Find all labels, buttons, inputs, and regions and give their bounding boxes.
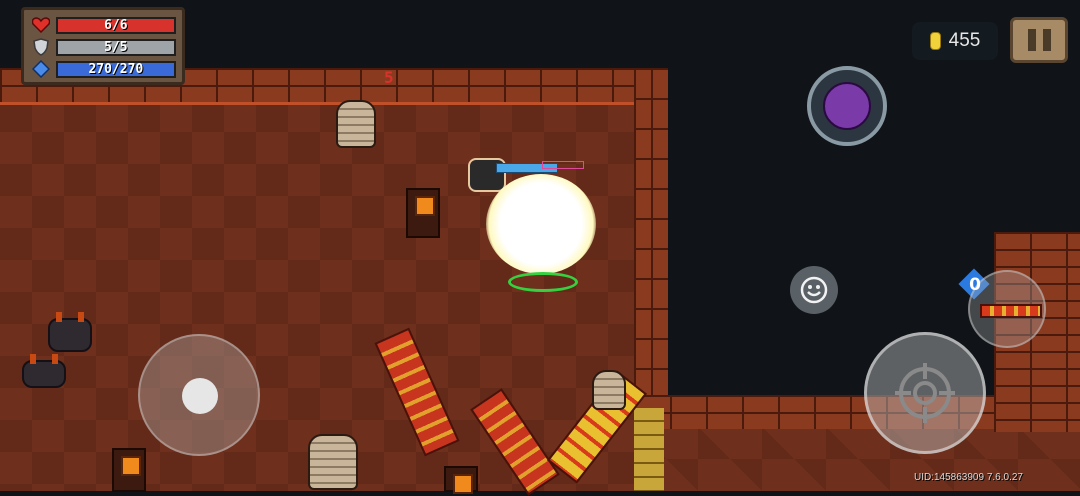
goblin-enemy xyxy=(48,312,92,352)
coin-counter: 455 xyxy=(912,22,998,60)
spike-trap xyxy=(634,408,664,491)
energy-diamond-icon xyxy=(30,60,52,78)
boss-portrait-icon xyxy=(823,82,871,130)
energy-value: 270/270 xyxy=(88,61,144,77)
energy-bar: 270/270 xyxy=(55,60,176,78)
explosion-effect xyxy=(486,174,596,274)
enemy-health-bar xyxy=(542,161,584,169)
attack-button[interactable] xyxy=(864,332,986,454)
energy-row: 270/270 xyxy=(30,58,176,80)
mummy-enemy xyxy=(592,370,626,410)
pause-icon xyxy=(1042,29,1051,51)
game-scene: 5 6/6 5/5 270/270 455 0 UID:145863909 7.… xyxy=(0,0,1080,496)
room-marker: 5 xyxy=(384,68,394,87)
wooden-crate xyxy=(406,188,440,238)
pause-icon xyxy=(1027,29,1036,51)
wooden-crate xyxy=(444,466,478,494)
smiley-icon xyxy=(800,276,828,304)
uid-version-label: UID:145863909 7.6.0.27 xyxy=(914,472,1023,483)
boss-portrait[interactable] xyxy=(807,66,887,146)
room-right-wall xyxy=(634,68,668,408)
coin-count: 455 xyxy=(948,30,981,51)
health-bar: 6/6 xyxy=(55,16,176,34)
armor-value: 5/5 xyxy=(104,39,128,55)
health-row: 6/6 xyxy=(30,14,176,36)
goblin-enemy xyxy=(22,354,66,388)
mummy-enemy xyxy=(308,434,358,490)
wooden-crate xyxy=(112,448,146,492)
pause-button[interactable] xyxy=(1010,17,1068,63)
heart-icon xyxy=(30,16,52,34)
emote-button[interactable] xyxy=(790,266,838,314)
player-stats-panel: 6/6 5/5 270/270 xyxy=(21,7,185,85)
mummy-enemy xyxy=(336,100,376,148)
coin-icon xyxy=(929,32,941,50)
health-value: 6/6 xyxy=(104,17,128,33)
movement-joystick[interactable] xyxy=(138,334,260,456)
armor-bar: 5/5 xyxy=(55,38,176,56)
weapon-icon xyxy=(980,304,1042,318)
joystick-knob[interactable] xyxy=(182,378,218,414)
crosshair-icon xyxy=(895,363,955,423)
weapon-energy-cost: 0 xyxy=(962,272,988,298)
shield-icon xyxy=(30,38,52,56)
target-ring xyxy=(508,272,578,292)
armor-row: 5/5 xyxy=(30,36,176,58)
